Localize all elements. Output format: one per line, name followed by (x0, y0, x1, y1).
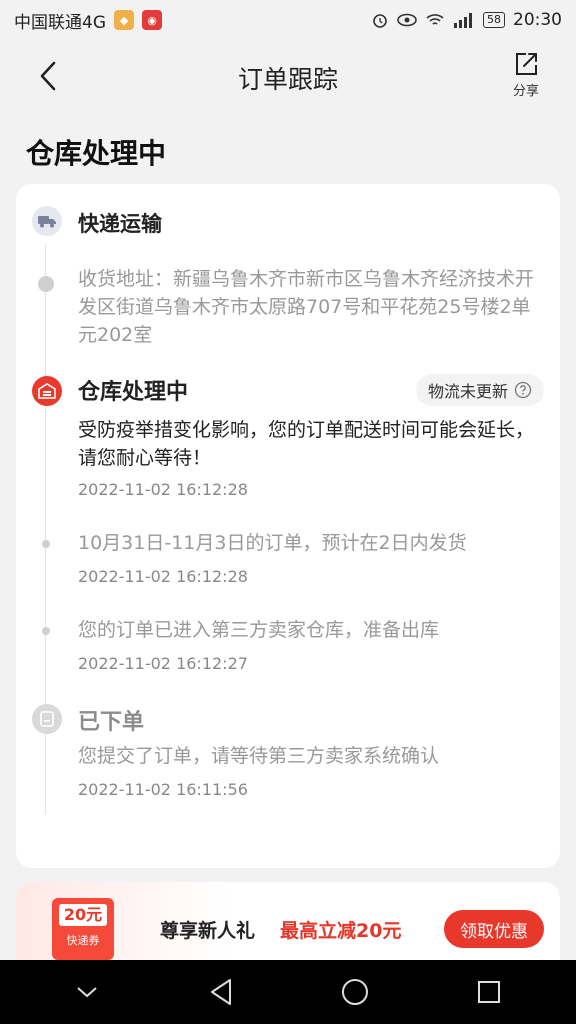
nav-collapse-button[interactable] (67, 972, 107, 1012)
share-button[interactable]: 分享 (504, 50, 548, 99)
pill-label: 物流未更新 (427, 382, 508, 401)
share-label: 分享 (512, 84, 539, 99)
logistics-not-updated-pill[interactable]: 物流未更新 (415, 374, 544, 406)
app-notification-icon-2: ◉ (142, 10, 162, 30)
wifi-icon (426, 14, 444, 25)
new-user-promo-banner[interactable]: 20元 快递券 尊享新人礼 最高立减20元 领取优惠 (16, 882, 560, 962)
square-recents-icon (478, 981, 500, 1003)
event-dot (42, 540, 50, 548)
ordered-title: 已下单 (78, 710, 145, 735)
event-time: 2022-11-02 16:12:27 (78, 654, 248, 673)
status-right: 58 20:30 (371, 10, 562, 30)
nav-home-button[interactable] (335, 972, 375, 1012)
delivery-address: 收货地址：新疆乌鲁木齐市新市区乌鲁木齐经济技术开发区街道乌鲁木齐市太原路707号… (78, 268, 535, 346)
event-text: 10月31日-11月3日的订单，预计在2日内发货 (78, 532, 467, 554)
back-button[interactable] (28, 56, 68, 96)
coupon-amount: 20元 (59, 904, 107, 926)
nav-recents-button[interactable] (469, 972, 509, 1012)
nav-back-button[interactable] (201, 972, 241, 1012)
truck-icon (32, 206, 62, 236)
chevron-down-icon (77, 987, 97, 998)
alarm-icon (373, 14, 387, 28)
share-icon (516, 53, 537, 75)
current-status-time: 2022-11-02 16:12:28 (78, 480, 248, 499)
ordered-time: 2022-11-02 16:11:56 (78, 780, 248, 799)
address-dot (38, 276, 54, 292)
event-dot (42, 627, 50, 635)
eye-icon (397, 13, 417, 27)
tracking-card: 快递运输 收货地址：新疆乌鲁木齐市新市区乌鲁木齐经济技术开发区街道乌鲁木齐市太原… (16, 184, 560, 868)
status-left: 中国联通4G ◆ ◉ (14, 8, 162, 33)
back-arrow-icon (40, 61, 56, 91)
help-circle-icon (514, 381, 532, 399)
order-status-heading: 仓库处理中 (26, 137, 167, 170)
signal-icon (454, 13, 472, 28)
warehouse-icon (32, 376, 62, 406)
event-text: 您的订单已进入第三方卖家仓库，准备出库 (78, 619, 440, 641)
current-status-text: 受防疫举措变化影响，您的订单配送时间可能会延长，请您耐心等待！ (78, 419, 535, 469)
current-status-title: 仓库处理中 (78, 380, 189, 405)
promo-highlight: 最高立减20元 (280, 920, 402, 942)
clock: 20:30 (513, 10, 562, 30)
app-notification-icon: ◆ (114, 10, 134, 30)
coupon-label: 快递券 (66, 934, 100, 947)
event-time: 2022-11-02 16:12:28 (78, 567, 248, 586)
order-icon (32, 704, 62, 734)
battery-indicator: 58 (483, 12, 505, 28)
top-app-bar: 订单跟踪 分享 (0, 42, 576, 114)
status-bar: 中国联通4G ◆ ◉ 58 20:30 (0, 0, 576, 40)
circle-home-icon (342, 979, 368, 1005)
coupon-badge: 20元 快递券 (52, 898, 114, 960)
carrier-label: 中国联通4G (14, 12, 106, 33)
promo-text: 尊享新人礼 (160, 920, 256, 942)
page-title: 订单跟踪 (237, 65, 338, 94)
system-nav-bar (0, 960, 576, 1024)
triangle-back-icon (211, 979, 231, 1005)
ordered-text: 您提交了订单，请等待第三方卖家系统确认 (78, 745, 440, 767)
claim-discount-button[interactable]: 领取优惠 (444, 910, 544, 948)
transport-title: 快递运输 (78, 212, 162, 236)
